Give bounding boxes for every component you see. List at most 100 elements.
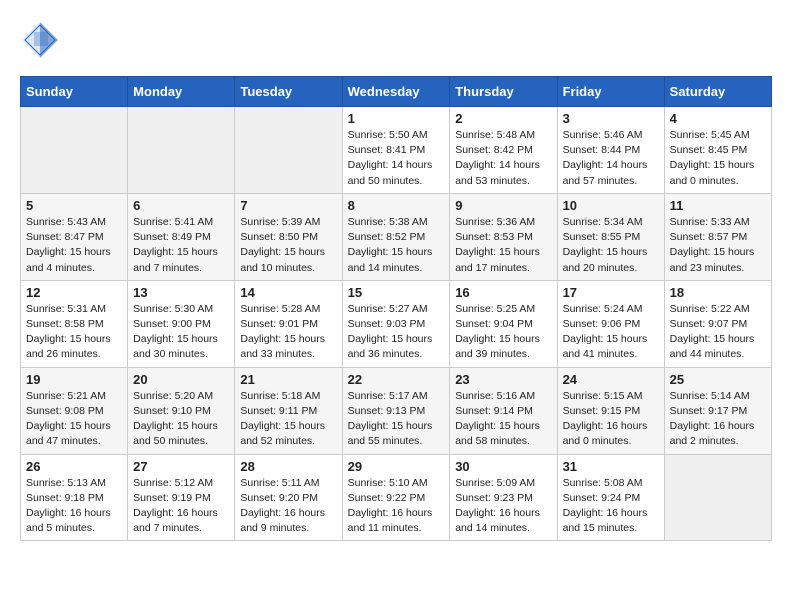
calendar-cell: 29Sunrise: 5:10 AMSunset: 9:22 PMDayligh…	[342, 454, 450, 541]
calendar-cell	[128, 107, 235, 194]
page-header	[20, 20, 772, 60]
day-info: Sunrise: 5:30 AMSunset: 9:00 PMDaylight:…	[133, 302, 229, 363]
day-number: 13	[133, 285, 229, 300]
day-info: Sunrise: 5:08 AMSunset: 9:24 PMDaylight:…	[563, 476, 659, 537]
calendar-week-row: 19 Sunrise: 5:21 AMSunset: 9:08 PMDayligh…	[21, 367, 772, 454]
calendar-cell: 12Sunrise: 5:31 AMSunset: 8:58 PMDayligh…	[21, 280, 128, 367]
day-info: Sunrise: 5:39 AMSunset: 8:50 PMDaylight:…	[240, 215, 336, 276]
calendar-week-row: 26 Sunrise: 5:13 AMSunset: 9:18 PMDayligh…	[21, 454, 772, 541]
day-info: Sunrise: 5:14 AMSunset: 9:17 PMDaylight:…	[670, 389, 766, 450]
calendar-cell: 6 Sunrise: 5:41 AMSunset: 8:49 PMDaylight…	[128, 193, 235, 280]
calendar-cell: 2Sunrise: 5:48 AMSunset: 8:42 PMDaylight…	[450, 107, 557, 194]
day-number: 19	[26, 372, 122, 387]
calendar-cell: 9 Sunrise: 5:36 AMSunset: 8:53 PMDaylight…	[450, 193, 557, 280]
day-info: Sunrise: 5:24 AMSunset: 9:06 PMDaylight:…	[563, 302, 659, 363]
day-info: Sunrise: 5:17 AMSunset: 9:13 PMDaylight:…	[348, 389, 445, 450]
day-info: Sunrise: 5:12 AMSunset: 9:19 PMDaylight:…	[133, 476, 229, 537]
day-info: Sunrise: 5:33 AMSunset: 8:57 PMDaylight:…	[670, 215, 766, 276]
calendar-cell	[664, 454, 771, 541]
day-number: 6	[133, 198, 229, 213]
day-number: 23	[455, 372, 551, 387]
day-number: 4	[670, 111, 766, 126]
day-info: Sunrise: 5:27 AMSunset: 9:03 PMDaylight:…	[348, 302, 445, 363]
calendar-cell: 7 Sunrise: 5:39 AMSunset: 8:50 PMDaylight…	[235, 193, 342, 280]
calendar-cell: 4 Sunrise: 5:45 AMSunset: 8:45 PMDaylight…	[664, 107, 771, 194]
day-number: 1	[348, 111, 445, 126]
day-number: 22	[348, 372, 445, 387]
calendar-cell: 16 Sunrise: 5:25 AMSunset: 9:04 PMDayligh…	[450, 280, 557, 367]
day-info: Sunrise: 5:18 AMSunset: 9:11 PMDaylight:…	[240, 389, 336, 450]
day-info: Sunrise: 5:41 AMSunset: 8:49 PMDaylight:…	[133, 215, 229, 276]
calendar-cell: 1Sunrise: 5:50 AMSunset: 8:41 PMDaylight…	[342, 107, 450, 194]
day-info: Sunrise: 5:38 AMSunset: 8:52 PMDaylight:…	[348, 215, 445, 276]
day-number: 7	[240, 198, 336, 213]
calendar-cell	[235, 107, 342, 194]
day-info: Sunrise: 5:34 AMSunset: 8:55 PMDaylight:…	[563, 215, 659, 276]
calendar-cell: 18 Sunrise: 5:22 AMSunset: 9:07 PMDayligh…	[664, 280, 771, 367]
calendar-body: 1Sunrise: 5:50 AMSunset: 8:41 PMDaylight…	[21, 107, 772, 541]
calendar-cell: 15 Sunrise: 5:27 AMSunset: 9:03 PMDayligh…	[342, 280, 450, 367]
day-number: 21	[240, 372, 336, 387]
day-number: 14	[240, 285, 336, 300]
calendar-cell: 31 Sunrise: 5:08 AMSunset: 9:24 PMDayligh…	[557, 454, 664, 541]
weekday-header-wednesday: Wednesday	[342, 77, 450, 107]
calendar-cell: 28 Sunrise: 5:11 AMSunset: 9:20 PMDayligh…	[235, 454, 342, 541]
weekday-header-thursday: Thursday	[450, 77, 557, 107]
calendar-cell: 3 Sunrise: 5:46 AMSunset: 8:44 PMDaylight…	[557, 107, 664, 194]
day-number: 26	[26, 459, 122, 474]
day-number: 10	[563, 198, 659, 213]
calendar-cell: 30 Sunrise: 5:09 AMSunset: 9:23 PMDayligh…	[450, 454, 557, 541]
day-number: 25	[670, 372, 766, 387]
weekday-header-saturday: Saturday	[664, 77, 771, 107]
logo	[20, 20, 66, 60]
day-info: Sunrise: 5:22 AMSunset: 9:07 PMDaylight:…	[670, 302, 766, 363]
day-info: Sunrise: 5:16 AMSunset: 9:14 PMDaylight:…	[455, 389, 551, 450]
weekday-header-row: SundayMondayTuesdayWednesdayThursdayFrid…	[21, 77, 772, 107]
calendar-week-row: 5Sunrise: 5:43 AMSunset: 8:47 PMDaylight…	[21, 193, 772, 280]
day-number: 3	[563, 111, 659, 126]
calendar-cell: 23 Sunrise: 5:16 AMSunset: 9:14 PMDayligh…	[450, 367, 557, 454]
calendar-cell: 26 Sunrise: 5:13 AMSunset: 9:18 PMDayligh…	[21, 454, 128, 541]
day-number: 31	[563, 459, 659, 474]
day-info: Sunrise: 5:36 AMSunset: 8:53 PMDaylight:…	[455, 215, 551, 276]
day-number: 11	[670, 198, 766, 213]
day-number: 29	[348, 459, 445, 474]
calendar-cell: 5Sunrise: 5:43 AMSunset: 8:47 PMDaylight…	[21, 193, 128, 280]
day-number: 27	[133, 459, 229, 474]
calendar-header: SundayMondayTuesdayWednesdayThursdayFrid…	[21, 77, 772, 107]
day-number: 16	[455, 285, 551, 300]
weekday-header-friday: Friday	[557, 77, 664, 107]
day-number: 30	[455, 459, 551, 474]
day-info: Sunrise: 5:46 AMSunset: 8:44 PMDaylight:…	[563, 128, 659, 189]
calendar-week-row: 1Sunrise: 5:50 AMSunset: 8:41 PMDaylight…	[21, 107, 772, 194]
calendar-cell: 10 Sunrise: 5:34 AMSunset: 8:55 PMDayligh…	[557, 193, 664, 280]
day-number: 24	[563, 372, 659, 387]
calendar-cell: 27 Sunrise: 5:12 AMSunset: 9:19 PMDayligh…	[128, 454, 235, 541]
day-number: 28	[240, 459, 336, 474]
day-info: Sunrise: 5:13 AMSunset: 9:18 PMDaylight:…	[26, 476, 122, 537]
day-info: Sunrise: 5:45 AMSunset: 8:45 PMDaylight:…	[670, 128, 766, 189]
day-info: Sunrise: 5:48 AMSunset: 8:42 PMDaylight:…	[455, 128, 551, 189]
day-info: Sunrise: 5:09 AMSunset: 9:23 PMDaylight:…	[455, 476, 551, 537]
day-info: Sunrise: 5:11 AMSunset: 9:20 PMDaylight:…	[240, 476, 336, 537]
day-number: 15	[348, 285, 445, 300]
day-number: 20	[133, 372, 229, 387]
calendar-cell: 20 Sunrise: 5:20 AMSunset: 9:10 PMDayligh…	[128, 367, 235, 454]
calendar-cell: 21 Sunrise: 5:18 AMSunset: 9:11 PMDayligh…	[235, 367, 342, 454]
day-number: 9	[455, 198, 551, 213]
day-number: 12	[26, 285, 122, 300]
calendar-cell: 8Sunrise: 5:38 AMSunset: 8:52 PMDaylight…	[342, 193, 450, 280]
day-info: Sunrise: 5:15 AMSunset: 9:15 PMDaylight:…	[563, 389, 659, 450]
calendar-cell: 17Sunrise: 5:24 AMSunset: 9:06 PMDayligh…	[557, 280, 664, 367]
day-info: Sunrise: 5:43 AMSunset: 8:47 PMDaylight:…	[26, 215, 122, 276]
calendar-cell: 25 Sunrise: 5:14 AMSunset: 9:17 PMDayligh…	[664, 367, 771, 454]
logo-icon	[20, 20, 60, 60]
day-number: 18	[670, 285, 766, 300]
day-info: Sunrise: 5:25 AMSunset: 9:04 PMDaylight:…	[455, 302, 551, 363]
weekday-header-tuesday: Tuesday	[235, 77, 342, 107]
weekday-header-sunday: Sunday	[21, 77, 128, 107]
weekday-header-monday: Monday	[128, 77, 235, 107]
day-info: Sunrise: 5:20 AMSunset: 9:10 PMDaylight:…	[133, 389, 229, 450]
day-info: Sunrise: 5:21 AMSunset: 9:08 PMDaylight:…	[26, 389, 122, 450]
calendar-cell: 14Sunrise: 5:28 AMSunset: 9:01 PMDayligh…	[235, 280, 342, 367]
